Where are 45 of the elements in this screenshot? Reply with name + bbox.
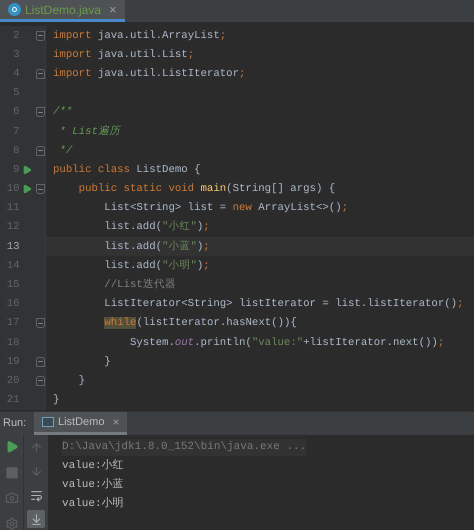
fold-marker-icon[interactable] [36, 356, 45, 367]
close-button[interactable]: × [112, 413, 120, 431]
fold-marker-icon[interactable] [36, 184, 45, 194]
code-line: list.add("小红"); [103, 219, 210, 236]
console-output: value:小蓝 [62, 477, 124, 494]
code-line: import java.util.ListIterator; [52, 66, 246, 82]
code-line: import java.util.List; [52, 48, 194, 63]
run-tab[interactable]: ListDemo × [34, 412, 128, 435]
fold-marker-icon[interactable] [36, 30, 45, 41]
code-line: } [52, 393, 60, 408]
close-button[interactable]: × [109, 0, 117, 20]
fold-marker-icon[interactable] [36, 376, 45, 386]
console-icon [42, 417, 54, 427]
run-icon[interactable] [22, 164, 32, 175]
code-line: public class ListDemo { [52, 162, 201, 178]
run-icon[interactable] [4, 440, 18, 454]
code-line: public static void main(String[] args) { [78, 182, 336, 198]
code-line: //List迭代器 [103, 277, 176, 293]
console-output: value:小红 [62, 458, 124, 474]
code-line: List<String> list = new ArrayList<>(); [103, 201, 348, 216]
tab-label: ListDemo.java [25, 2, 102, 18]
console-command: D:\Java\jdk1.8.0_152\bin\java.exe ... [62, 439, 306, 456]
fold-marker-icon[interactable] [36, 318, 45, 328]
java-class-icon [8, 3, 21, 16]
code-line: */ [58, 144, 72, 159]
code-line: } [78, 374, 86, 389]
code-line: } [103, 354, 111, 370]
run-label: Run: [2, 416, 28, 432]
console-output: value:小明 [62, 496, 124, 512]
editor-tab[interactable]: ListDemo.java × [0, 0, 125, 22]
code-line: /** [52, 105, 72, 120]
code-line: ListIterator<String> listIterator = list.listIterator(); [103, 297, 464, 312]
code-line: * List遍历 [58, 124, 120, 140]
scroll-to-end-icon[interactable] [27, 510, 45, 528]
fold-marker-icon[interactable] [36, 68, 45, 79]
fold-marker-icon[interactable] [36, 146, 45, 156]
code-line: import java.util.ArrayList; [52, 28, 226, 44]
run-tab-label: ListDemo [58, 414, 104, 430]
fold-marker-icon[interactable] [36, 107, 45, 118]
code-line: while(listIterator.hasNext()){ [103, 316, 297, 332]
code-line: list.add("小蓝"); [103, 239, 210, 255]
code-line: list.add("小明"); [103, 258, 210, 274]
code-line: System.out.println("value:"+listIterator.next()); [128, 336, 444, 351]
run-icon[interactable] [22, 184, 32, 194]
line-number: 13 [6, 240, 20, 255]
